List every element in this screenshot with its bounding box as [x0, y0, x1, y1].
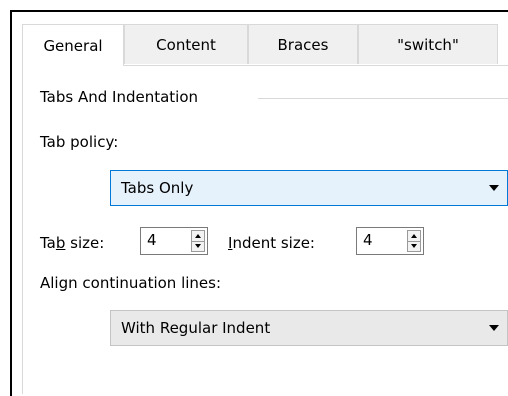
decrement-arrow-icon[interactable]	[192, 241, 204, 251]
tab-size-label: Tab size:	[40, 234, 104, 252]
tab-size-label-pre: Ta	[40, 234, 56, 252]
indent-size-label-post: ndent size:	[232, 234, 315, 252]
tab-size-label-mnemonic: b	[55, 234, 66, 252]
spinner-buttons	[191, 230, 205, 252]
tab-policy-value: Tabs Only	[121, 179, 194, 197]
tab-policy-label: Tab policy:	[40, 133, 119, 151]
tab-switch[interactable]: "switch"	[358, 24, 498, 64]
indent-size-spinner[interactable]: 4	[356, 227, 424, 255]
tab-policy-dropdown[interactable]: Tabs Only	[110, 170, 508, 206]
align-continuation-dropdown[interactable]: With Regular Indent	[110, 310, 508, 346]
group-divider	[258, 98, 508, 99]
tab-general[interactable]: General	[22, 24, 124, 66]
tab-size-spinner[interactable]: 4	[140, 227, 208, 255]
tab-size-value[interactable]: 4	[147, 231, 157, 249]
tab-strip: General Content Braces "switch"	[22, 24, 508, 66]
indent-size-value[interactable]: 4	[363, 231, 373, 249]
tab-label: Braces	[277, 35, 329, 54]
tab-content[interactable]: Content	[124, 24, 248, 64]
decrement-arrow-icon[interactable]	[408, 241, 420, 251]
tab-label: "switch"	[397, 35, 459, 54]
tab-size-label-post: size:	[65, 234, 105, 252]
indent-size-label: Indent size:	[228, 234, 315, 252]
tab-label: Content	[156, 35, 216, 54]
tab-braces[interactable]: Braces	[248, 24, 358, 64]
chevron-down-icon[interactable]	[489, 185, 499, 191]
spinner-buttons	[407, 230, 421, 252]
align-continuation-value: With Regular Indent	[121, 319, 271, 337]
group-title: Tabs And Indentation	[40, 88, 203, 106]
align-continuation-label: Align continuation lines:	[40, 274, 222, 292]
tab-label: General	[43, 36, 103, 55]
chevron-down-icon[interactable]	[489, 325, 499, 331]
